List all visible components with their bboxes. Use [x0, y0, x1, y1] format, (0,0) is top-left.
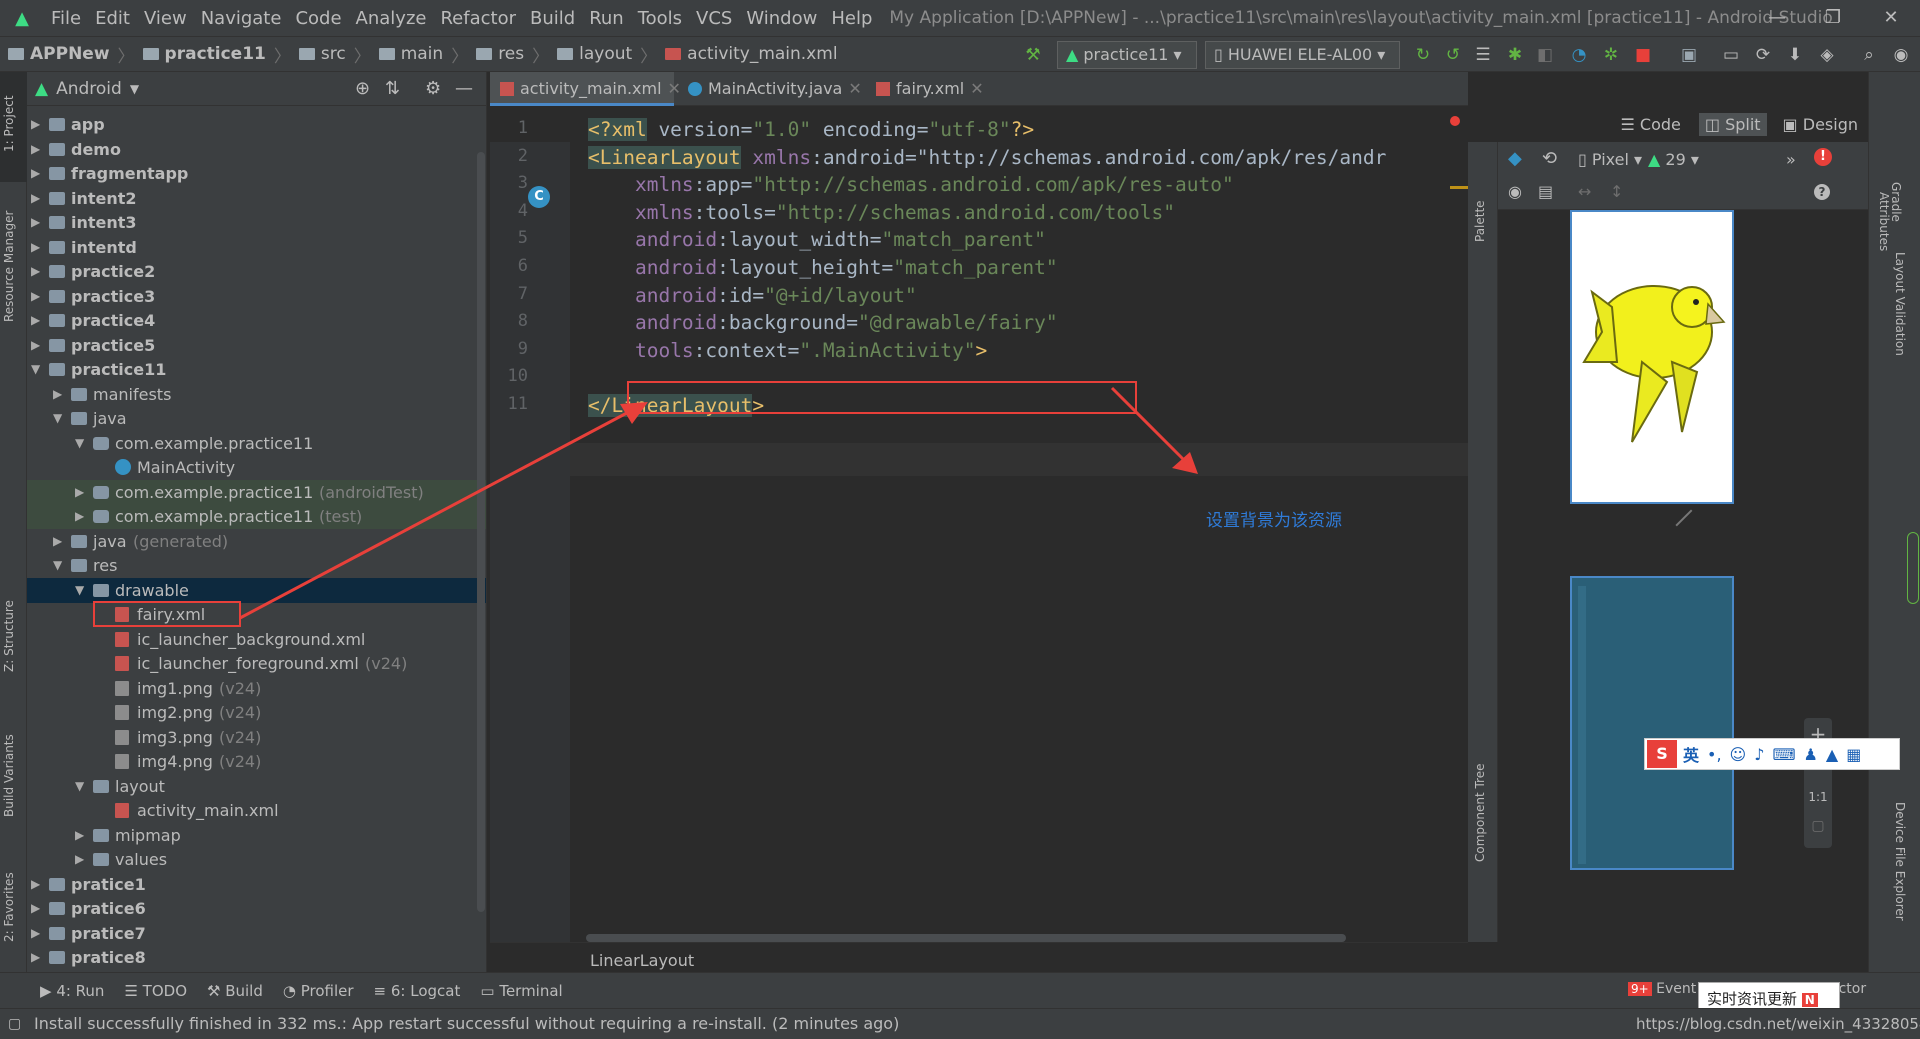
annotation-arrows: [239, 386, 1198, 620]
